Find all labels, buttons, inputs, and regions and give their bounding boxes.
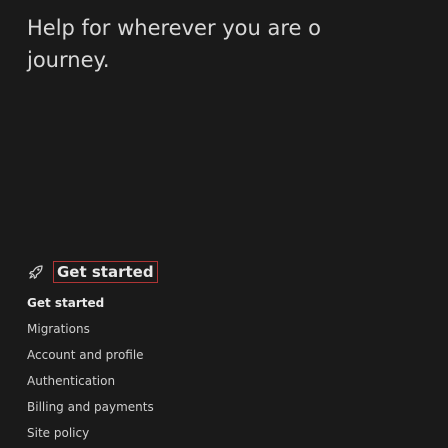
section-header: Get started — [27, 259, 158, 285]
nav-item-account-and-profile[interactable]: Account and profile — [27, 342, 154, 368]
hero-heading: Help for wherever you are o journey. — [27, 12, 448, 76]
nav-item-authentication[interactable]: Authentication — [27, 368, 154, 394]
nav-item-migrations[interactable]: Migrations — [27, 316, 154, 342]
section-title-link[interactable]: Get started — [53, 261, 158, 283]
nav-item-get-started[interactable]: Get started — [27, 290, 154, 316]
sidebar-nav: Get started Migrations Account and profi… — [27, 290, 154, 446]
nav-item-billing-and-payments[interactable]: Billing and payments — [27, 394, 154, 420]
help-page: Help for wherever you are o journey. Get… — [0, 0, 448, 448]
rocket-icon — [27, 263, 45, 281]
hero-line-1: Help for wherever you are o — [27, 16, 321, 40]
hero-line-2: journey. — [27, 48, 110, 72]
nav-item-site-policy[interactable]: Site policy — [27, 420, 154, 446]
